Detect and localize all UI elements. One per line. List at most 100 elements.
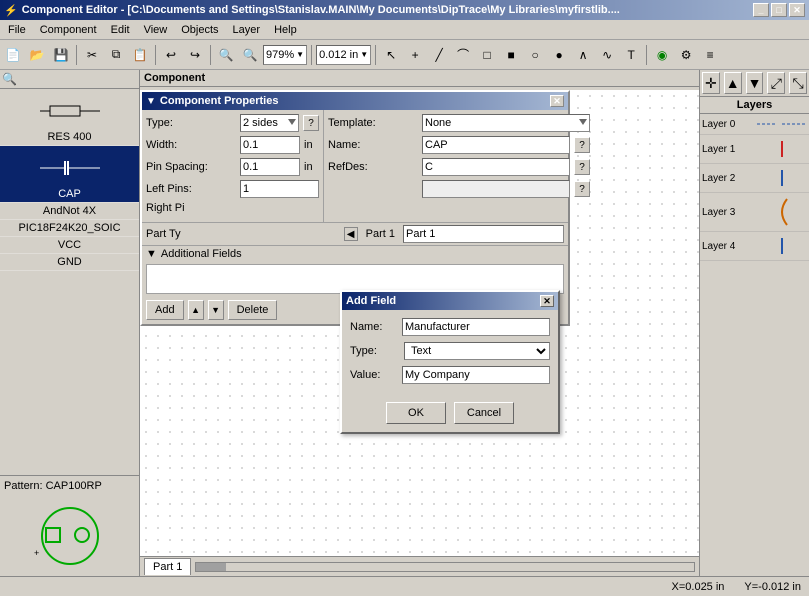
- refdes-help-button[interactable]: ?: [574, 159, 590, 175]
- polyline-tool[interactable]: ∧: [572, 44, 594, 66]
- bezier-tool[interactable]: ∿: [596, 44, 618, 66]
- nav-expand-button[interactable]: ⤢: [767, 72, 785, 94]
- x-coordinate: X=0.025 in: [672, 581, 725, 593]
- line-tool[interactable]: ╱: [428, 44, 450, 66]
- nav-down-button[interactable]: ▼: [746, 72, 764, 94]
- toolbar-sep-6: [646, 45, 647, 65]
- close-button[interactable]: ✕: [789, 3, 805, 17]
- field-value-input[interactable]: [402, 366, 550, 384]
- menu-view[interactable]: View: [138, 22, 174, 38]
- res400-symbol: [4, 91, 135, 131]
- menu-objects[interactable]: Objects: [175, 22, 224, 38]
- move-down-button[interactable]: ▼: [208, 300, 224, 320]
- open-button[interactable]: 📂: [26, 44, 48, 66]
- copy-button[interactable]: ⧉: [105, 44, 127, 66]
- layer-4-item[interactable]: Layer 4: [700, 232, 809, 261]
- circle-tool[interactable]: ○: [524, 44, 546, 66]
- component-item-res400[interactable]: RES 400: [0, 89, 139, 146]
- width-row: Width: in: [146, 136, 319, 154]
- unknown-help-button[interactable]: ?: [574, 181, 590, 197]
- toolbar: 📄 📂 💾 ✂ ⧉ 📋 ↩ ↪ 🔍 🔍 979% ▼ 0.012 in ▼ ↖ …: [0, 40, 809, 70]
- type-help-button[interactable]: ?: [303, 115, 319, 131]
- add-pin-tool[interactable]: +: [404, 44, 426, 66]
- paste-button[interactable]: 📋: [129, 44, 151, 66]
- unknown-row: ?: [328, 180, 590, 198]
- arc-tool[interactable]: ⌒: [452, 44, 474, 66]
- maximize-button[interactable]: □: [771, 3, 787, 17]
- layer-4-icon: [757, 236, 807, 256]
- component-item-gnd[interactable]: GND: [0, 254, 139, 271]
- additional-fields-label: Additional Fields: [161, 248, 242, 260]
- save-button[interactable]: 💾: [50, 44, 72, 66]
- drc-button[interactable]: ◉: [651, 44, 673, 66]
- text-tool[interactable]: T: [620, 44, 642, 66]
- netlist-button[interactable]: ≡: [699, 44, 721, 66]
- collapse-icon[interactable]: ▼: [146, 96, 156, 107]
- field-name-input[interactable]: [402, 318, 550, 336]
- redo-button[interactable]: ↪: [184, 44, 206, 66]
- layer-1-item[interactable]: Layer 1: [700, 135, 809, 164]
- nav-cross-button[interactable]: ✛: [702, 72, 720, 94]
- delete-field-button[interactable]: Delete: [228, 300, 278, 320]
- menu-file[interactable]: File: [2, 22, 32, 38]
- name-input[interactable]: [422, 136, 570, 154]
- menu-component[interactable]: Component: [34, 22, 103, 38]
- part-prev-button[interactable]: ◀: [344, 227, 358, 241]
- dialog-body: Name: Type: Text Number Boolean Value:: [342, 310, 558, 398]
- component-item-cap[interactable]: CAP: [0, 146, 139, 203]
- zoom-in-button[interactable]: 🔍: [215, 44, 237, 66]
- menu-help[interactable]: Help: [268, 22, 303, 38]
- dialog-close-button[interactable]: ✕: [540, 295, 554, 307]
- unknown-input[interactable]: [422, 180, 570, 198]
- toolbar-sep-5: [375, 45, 376, 65]
- new-button[interactable]: 📄: [2, 44, 24, 66]
- layer-2-item[interactable]: Layer 2: [700, 164, 809, 193]
- part-1-tab[interactable]: Part 1: [144, 558, 191, 575]
- refdes-input[interactable]: [422, 158, 570, 176]
- zoom-dropdown[interactable]: 979% ▼: [263, 45, 307, 65]
- h-scrollbar-thumb[interactable]: [196, 563, 226, 571]
- properties-close-button[interactable]: ✕: [550, 95, 564, 107]
- layer-3-item[interactable]: Layer 3: [700, 193, 809, 232]
- menu-edit[interactable]: Edit: [105, 22, 136, 38]
- add-field-button[interactable]: Add: [146, 300, 184, 320]
- left-pins-input[interactable]: [240, 180, 319, 198]
- component-item-andnot[interactable]: AndNot 4X: [0, 203, 139, 220]
- move-up-button[interactable]: ▲: [188, 300, 204, 320]
- field-type-select[interactable]: Text Number Boolean: [404, 342, 550, 360]
- fill-rect-tool[interactable]: ■: [500, 44, 522, 66]
- additional-fields-toggle[interactable]: ▼ Additional Fields: [142, 245, 568, 262]
- undo-button[interactable]: ↩: [160, 44, 182, 66]
- width-input[interactable]: [240, 136, 300, 154]
- nav-collapse-button[interactable]: ⤡: [789, 72, 807, 94]
- h-scrollbar[interactable]: [195, 562, 695, 572]
- right-pins-label: Right Pi: [146, 202, 236, 214]
- layer-0-item[interactable]: Layer 0: [700, 114, 809, 135]
- gnd-label: GND: [57, 256, 81, 268]
- template-select[interactable]: None: [422, 114, 590, 132]
- select-tool[interactable]: ↖: [380, 44, 402, 66]
- part-name-input[interactable]: [403, 225, 564, 243]
- type-label: Type:: [146, 117, 236, 129]
- pattern-area: +: [0, 496, 139, 576]
- lib-button[interactable]: ⚙: [675, 44, 697, 66]
- name-help-button[interactable]: ?: [574, 137, 590, 153]
- rect-tool[interactable]: □: [476, 44, 498, 66]
- nav-up-button[interactable]: ▲: [724, 72, 742, 94]
- additional-fields-arrow-icon: ▼: [146, 248, 157, 260]
- zoom-arrow-icon: ▼: [296, 50, 304, 59]
- component-item-pic[interactable]: PIC18F24K20_SOIC: [0, 220, 139, 237]
- grid-dropdown[interactable]: 0.012 in ▼: [316, 45, 371, 65]
- search-area: 🔍: [0, 70, 139, 89]
- pin-spacing-input[interactable]: [240, 158, 300, 176]
- dialog-ok-button[interactable]: OK: [386, 402, 446, 424]
- zoom-out-button[interactable]: 🔍: [239, 44, 261, 66]
- dialog-cancel-button[interactable]: Cancel: [454, 402, 514, 424]
- menu-layer[interactable]: Layer: [227, 22, 267, 38]
- cut-button[interactable]: ✂: [81, 44, 103, 66]
- name-row: Name: ?: [328, 136, 590, 154]
- type-select[interactable]: 2 sides: [240, 114, 299, 132]
- component-item-vcc[interactable]: VCC: [0, 237, 139, 254]
- fill-circle-tool[interactable]: ●: [548, 44, 570, 66]
- minimize-button[interactable]: _: [753, 3, 769, 17]
